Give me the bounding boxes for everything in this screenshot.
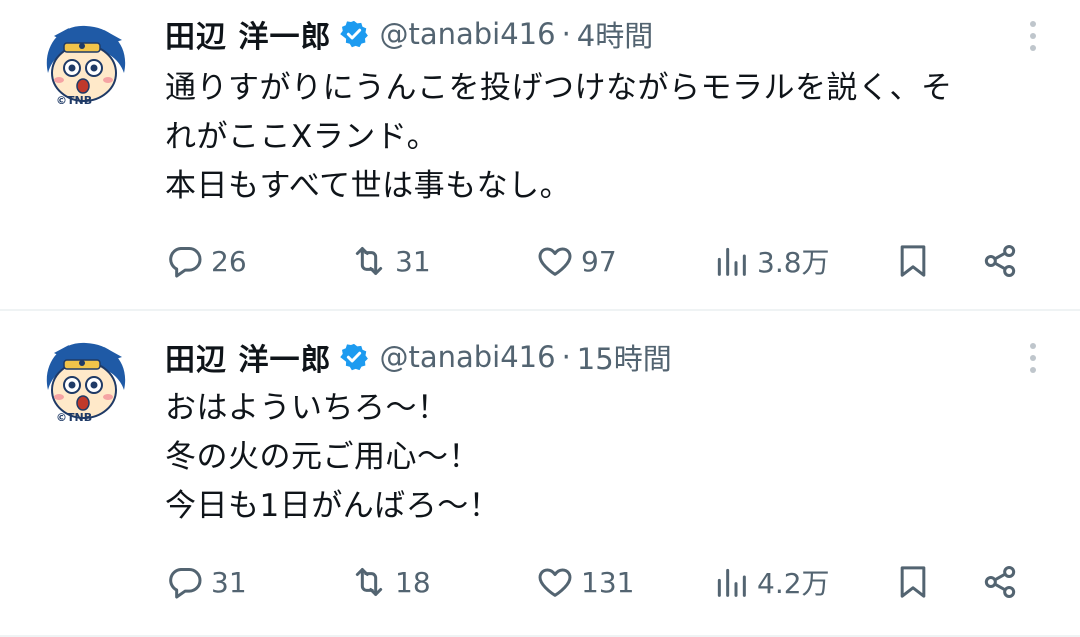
like-icon xyxy=(538,568,572,597)
view-count: 4.2万 xyxy=(757,567,830,600)
retweet-icon xyxy=(355,568,383,596)
like-icon xyxy=(538,247,572,276)
bookmark-icon xyxy=(900,566,926,598)
share-button[interactable] xyxy=(980,557,1020,607)
action-bar: 26 31 97 3.8万 xyxy=(165,236,1035,286)
verified-badge-icon xyxy=(340,343,369,371)
more-icon[interactable] xyxy=(1024,18,1042,54)
reply-count: 31 xyxy=(211,565,247,599)
tweet-text-line: 今日も1日がんばろ〜！ xyxy=(165,488,501,524)
reply-button[interactable]: 26 xyxy=(165,236,247,286)
retweet-button[interactable]: 18 xyxy=(349,557,431,607)
retweet-button[interactable]: 31 xyxy=(349,236,431,286)
views-button[interactable]: 4.2万 xyxy=(711,557,830,607)
share-icon xyxy=(984,565,1016,599)
reply-icon xyxy=(169,247,202,278)
retweet-count: 31 xyxy=(395,244,431,278)
avatar[interactable]: ©TNB xyxy=(34,335,134,425)
views-icon xyxy=(717,568,746,597)
author-handle[interactable]: @tanabi416 xyxy=(379,340,555,374)
bookmark-button[interactable] xyxy=(893,557,933,607)
tweet-text-line: 本日もすべて世は事もなし。 xyxy=(165,168,572,204)
header-separator: · xyxy=(561,17,571,51)
avatar-label: ©TNB xyxy=(56,411,93,424)
avatar[interactable]: ©TNB xyxy=(34,18,134,108)
tweet[interactable]: ©TNB 田辺 洋一郎 @tanabi416 · 4時間 通りすがりにうんこを投… xyxy=(0,0,1080,311)
verified-badge-icon xyxy=(340,20,369,48)
avatar-label: ©TNB xyxy=(56,94,93,107)
like-count: 131 xyxy=(581,565,635,599)
like-button[interactable]: 131 xyxy=(535,557,634,607)
author-name[interactable]: 田辺 洋一郎 xyxy=(165,12,331,56)
tweet-timestamp[interactable]: 15時間 xyxy=(577,336,672,378)
like-button[interactable]: 97 xyxy=(535,236,617,286)
views-icon xyxy=(717,247,746,276)
action-bar: 31 18 131 4.2万 xyxy=(165,557,1035,607)
view-count: 3.8万 xyxy=(757,246,830,279)
like-count: 97 xyxy=(581,244,617,278)
views-button[interactable]: 3.8万 xyxy=(711,236,830,286)
bookmark-icon xyxy=(900,245,926,277)
reply-icon xyxy=(169,568,202,599)
retweet-count: 18 xyxy=(395,565,431,599)
tweet-text-line: おはよういちろ〜！ xyxy=(165,390,449,426)
tweet-header: 田辺 洋一郎 @tanabi416 · 4時間 xyxy=(165,12,653,56)
author-handle[interactable]: @tanabi416 xyxy=(379,17,555,51)
author-name[interactable]: 田辺 洋一郎 xyxy=(165,335,331,379)
tweet-text-line: 冬の火の元ご用心〜！ xyxy=(165,439,480,475)
bookmark-button[interactable] xyxy=(893,236,933,286)
tweet-text-line: れがここXランド。 xyxy=(165,119,439,155)
share-icon xyxy=(984,244,1016,278)
tweet-text: 通りすがりにうんこを投げつけながらモラルを説く、そ れがここXランド。 本日もす… xyxy=(165,64,1045,211)
more-icon[interactable] xyxy=(1024,340,1042,376)
tweet-text-line: 通りすがりにうんこを投げつけながらモラルを説く、そ xyxy=(165,70,953,106)
share-button[interactable] xyxy=(980,236,1020,286)
reply-button[interactable]: 31 xyxy=(165,557,247,607)
tweet-header: 田辺 洋一郎 @tanabi416 · 15時間 xyxy=(165,335,672,379)
tweet[interactable]: ©TNB 田辺 洋一郎 @tanabi416 · 15時間 おはよういちろ〜！ … xyxy=(0,313,1080,637)
tweet-text: おはよういちろ〜！ 冬の火の元ご用心〜！ 今日も1日がんばろ〜！ xyxy=(165,384,1045,531)
reply-count: 26 xyxy=(211,244,247,278)
retweet-icon xyxy=(355,247,383,275)
header-separator: · xyxy=(561,340,571,374)
timeline-feed: ©TNB 田辺 洋一郎 @tanabi416 · 4時間 通りすがりにうんこを投… xyxy=(0,0,1080,637)
tweet-timestamp[interactable]: 4時間 xyxy=(577,13,653,55)
